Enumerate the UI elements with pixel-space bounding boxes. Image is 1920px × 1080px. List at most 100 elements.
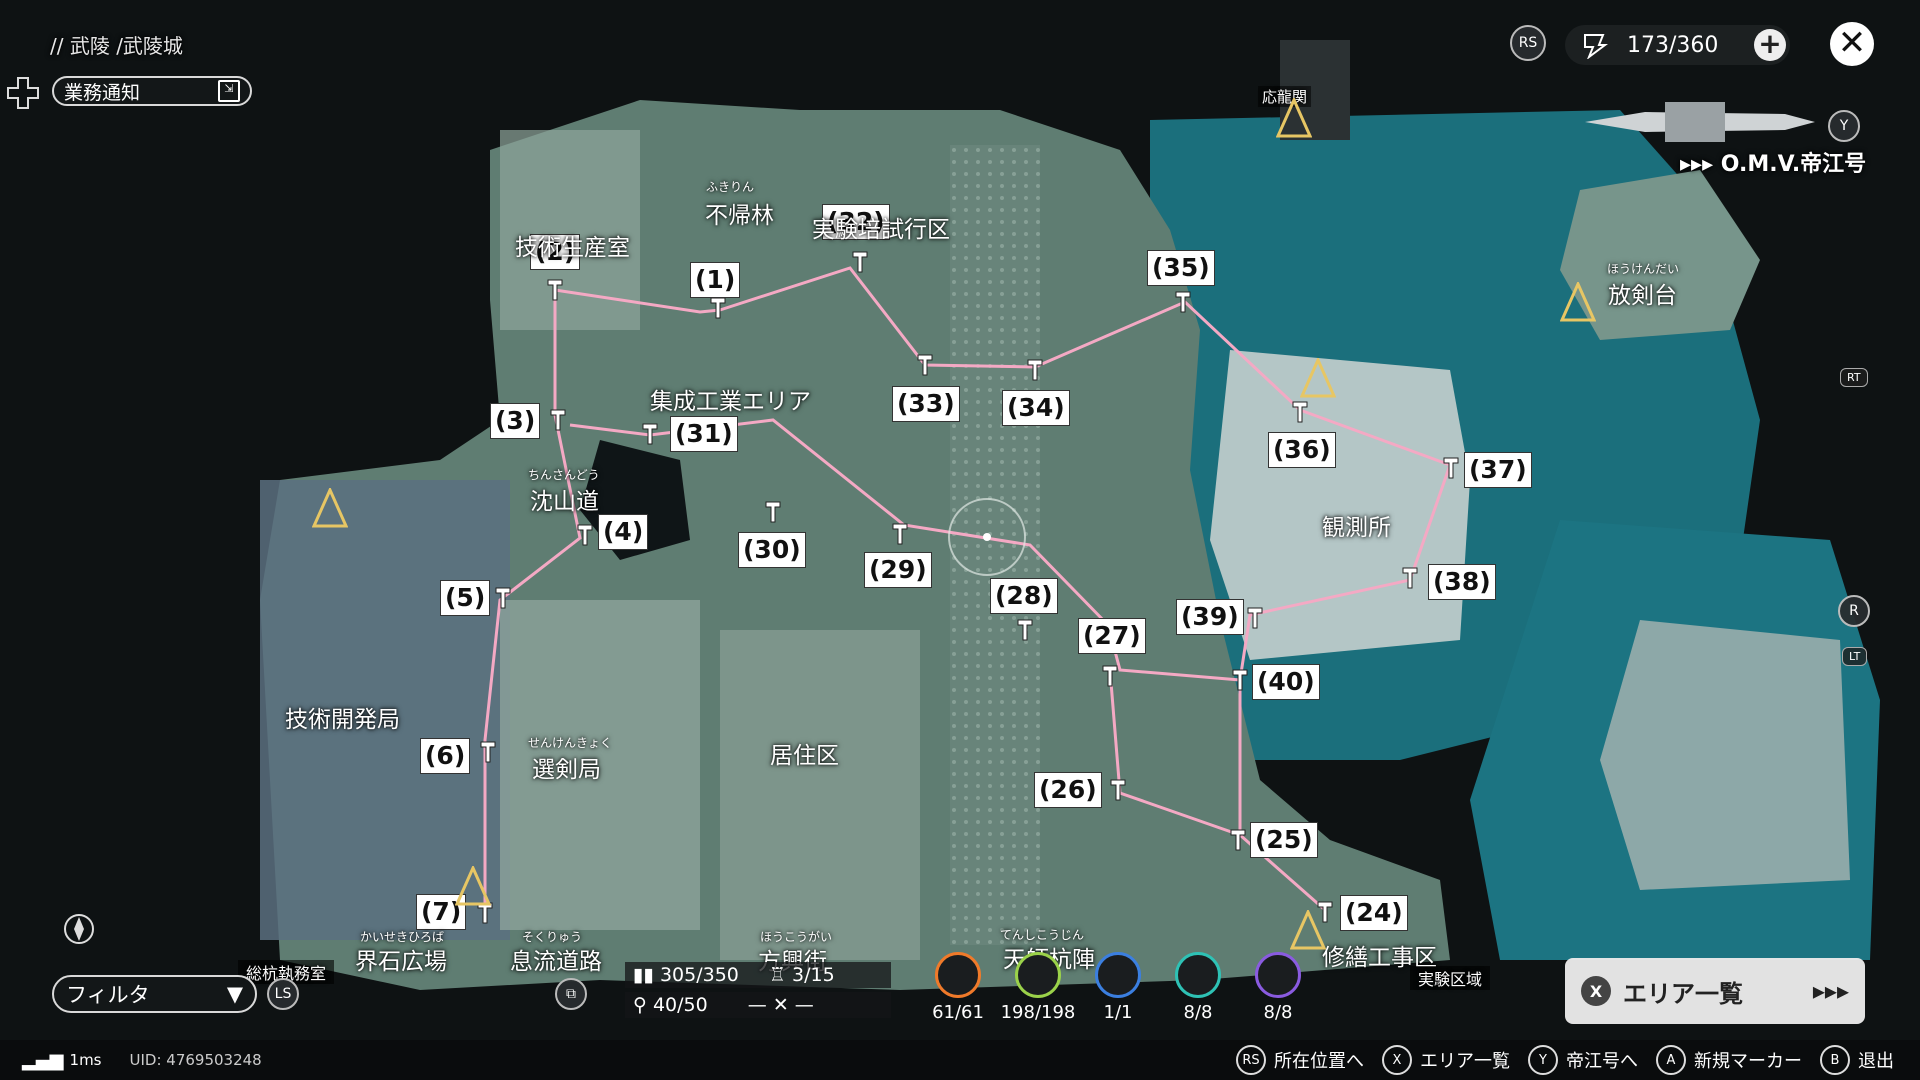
marker-pin-icon[interactable] [1025,358,1045,386]
marker-pin-icon[interactable] [548,408,568,436]
marker-label: (30) [738,532,806,568]
trophy-icon: ♖ [768,964,786,986]
category-item[interactable]: 8/8 [1238,952,1318,1023]
hint-key-icon: Y [1528,1045,1558,1075]
marker-pin-icon[interactable] [1230,668,1250,696]
filter-button[interactable]: フィルタ ▼ [52,975,257,1013]
marker-label: (5) [440,580,491,616]
hint-item[interactable]: A 新規マーカー [1656,1045,1802,1075]
marker-pin-icon[interactable] [1441,456,1461,484]
category-count: 8/8 [1263,1002,1293,1023]
marker-pin-icon[interactable] [1100,664,1120,692]
rs-label: RS [1518,35,1538,51]
area-gijutsu-seisan: 技術生産室 [515,235,630,261]
r-label: R [1849,603,1859,619]
ls-label: LS [274,986,292,1002]
category-item[interactable]: 1/1 [1078,952,1158,1023]
breadcrumb: // 武陵 /武陵城 [50,34,183,58]
marker-label: (3) [490,403,541,439]
business-notice-label: 業務通知 [64,81,141,104]
area-ruby-senken: せんけんきょく [528,736,613,750]
marker-pin-icon[interactable] [763,500,783,528]
teleport-icon[interactable] [1299,356,1337,402]
marker-label: (36) [1268,432,1336,468]
category-icon [1255,952,1301,998]
y-label: Y [1839,118,1849,134]
hint-key-icon: A [1656,1045,1686,1075]
ship-name: O.M.V.帝江号 [1720,152,1867,177]
teleport-icon[interactable] [1559,280,1597,326]
marker-label: (1) [690,262,741,298]
marker-pin-icon[interactable] [1015,618,1035,646]
marker-label: (35) [1147,250,1215,286]
area-houken: 放剣台 [1608,283,1677,309]
area-fukirin: 不帰林 [705,203,774,229]
marker-pin-icon[interactable] [478,740,498,768]
energy-icon [1579,31,1609,65]
map-canvas[interactable] [0,0,1920,1080]
ls-button[interactable]: LS [267,978,299,1010]
hint-item[interactable]: X エリア一覧 [1382,1045,1510,1075]
lt-tag[interactable]: LT [1842,647,1868,666]
fast-forward-icon: ▸▸▸ [1812,977,1849,1005]
pin-icon: ⚲ [633,994,647,1016]
marker-pin-icon[interactable] [1228,828,1248,856]
marker-pin-icon[interactable] [915,353,935,381]
ship-name-link[interactable]: ▸▸▸ O.M.V.帝江号 [1680,146,1866,178]
marker-label: (34) [1002,390,1070,426]
marker-pin-icon[interactable] [493,586,513,614]
hint-item[interactable]: B 退出 [1820,1045,1894,1075]
area-kansoku: 観測所 [1322,515,1391,541]
area-jikken: 実験区域 [1410,966,1491,990]
category-count: 1/1 [1103,1002,1133,1023]
r-button[interactable]: R [1838,595,1870,627]
currency-counter: 173/360 + [1565,25,1790,65]
teleport-icon[interactable] [1289,908,1327,954]
marker-pin-icon[interactable] [1245,606,1265,634]
marker-pin-icon[interactable] [1173,290,1193,318]
layer-toggle-icon[interactable]: ⧉ [555,978,587,1010]
marker-pin-icon[interactable] [1108,778,1128,806]
hint-key-icon: RS [1236,1045,1266,1075]
bottom-bar: ▂▄▆ 1ms UID: 4769503248 RS 所在位置へ X エリア一覧 Y 帝江… [0,1040,1920,1080]
marker-pin-icon[interactable] [545,278,565,306]
teleport-icon[interactable] [454,864,492,910]
add-currency-button[interactable]: + [1754,29,1786,61]
marker-pin-icon[interactable] [575,523,595,551]
marker-label: (29) [864,552,932,588]
rt-tag[interactable]: RT [1840,368,1868,387]
teleport-icon[interactable] [311,486,349,532]
category-icon [1095,952,1141,998]
area-list-label: エリア一覧 [1623,979,1743,1008]
area-chinsando: 沈山道 [530,489,599,515]
marker-label: (38) [1428,564,1496,600]
compass-icon[interactable] [62,912,96,950]
funnel-icon: ▼ [226,982,243,1006]
marker-label: (27) [1078,618,1146,654]
hint-item[interactable]: Y 帝江号へ [1528,1045,1638,1075]
category-item[interactable]: 61/61 [918,952,998,1023]
business-notice-button[interactable]: 業務通知 ⇲ [52,76,252,106]
dpad-icon [6,76,40,110]
y-button[interactable]: Y [1828,110,1860,142]
category-count: 61/61 [932,1002,984,1023]
marker-pin-icon[interactable] [1400,566,1420,594]
marker-pin-icon[interactable] [1290,400,1310,428]
category-count: 198/198 [1000,1002,1076,1023]
teleport-icon[interactable] [1275,96,1313,142]
marker-pin-icon[interactable] [708,296,728,324]
category-item[interactable]: 8/8 [1158,952,1238,1023]
close-button[interactable]: ✕ [1830,22,1874,66]
hint-item[interactable]: RS 所在位置へ [1236,1045,1364,1075]
area-list-button[interactable]: X エリア一覧 ▸▸▸ [1565,958,1865,1024]
rs-button[interactable]: RS [1510,25,1546,61]
hint-label: 帝江号へ [1566,1051,1638,1072]
marker-pin-icon[interactable] [640,422,660,450]
marker-pin-icon[interactable] [850,250,870,278]
marker-pin-icon[interactable] [890,522,910,550]
area-ruby-houken: ほうけんだい [1607,262,1680,276]
area-ruby-fukirin: ふきりん [706,180,755,194]
ping-value: 1ms [69,1051,102,1069]
area-ruby-chinsando: ちんさんどう [528,468,600,482]
category-item[interactable]: 198/198 [998,952,1078,1023]
